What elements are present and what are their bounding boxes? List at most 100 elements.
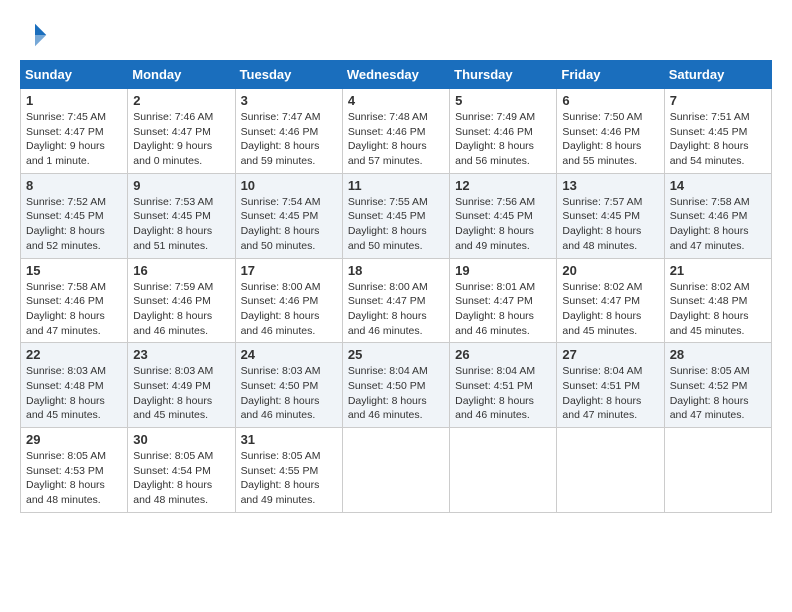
column-header-tuesday: Tuesday: [235, 61, 342, 89]
day-detail: Sunrise: 7:54 AMSunset: 4:45 PMDaylight:…: [241, 195, 337, 254]
day-number: 11: [348, 178, 444, 193]
day-detail: Sunrise: 7:58 AMSunset: 4:46 PMDaylight:…: [26, 280, 122, 339]
calendar-cell: 20 Sunrise: 8:02 AMSunset: 4:47 PMDayligh…: [557, 258, 664, 343]
column-header-friday: Friday: [557, 61, 664, 89]
calendar-cell: 16 Sunrise: 7:59 AMSunset: 4:46 PMDayligh…: [128, 258, 235, 343]
week-row-1: 1Sunrise: 7:45 AMSunset: 4:47 PMDaylight…: [21, 89, 772, 174]
logo-icon: [20, 20, 50, 50]
day-detail: Sunrise: 7:46 AMSunset: 4:47 PMDaylight:…: [133, 110, 229, 169]
day-detail: Sunrise: 8:01 AMSunset: 4:47 PMDaylight:…: [455, 280, 551, 339]
calendar-cell: 10Sunrise: 7:54 AMSunset: 4:45 PMDayligh…: [235, 173, 342, 258]
calendar-cell: 11 Sunrise: 7:55 AMSunset: 4:45 PMDayligh…: [342, 173, 449, 258]
day-number: 2: [133, 93, 229, 108]
calendar-cell: 27 Sunrise: 8:04 AMSunset: 4:51 PMDayligh…: [557, 343, 664, 428]
day-number: 3: [241, 93, 337, 108]
day-detail: Sunrise: 7:59 AMSunset: 4:46 PMDaylight:…: [133, 280, 229, 339]
calendar-cell: 8 Sunrise: 7:52 AMSunset: 4:45 PMDaylight…: [21, 173, 128, 258]
day-number: 6: [562, 93, 658, 108]
day-number: 31: [241, 432, 337, 447]
day-detail: Sunrise: 8:03 AMSunset: 4:49 PMDaylight:…: [133, 364, 229, 423]
day-detail: Sunrise: 8:02 AMSunset: 4:47 PMDaylight:…: [562, 280, 658, 339]
calendar-cell: 12 Sunrise: 7:56 AMSunset: 4:45 PMDayligh…: [450, 173, 557, 258]
day-number: 29: [26, 432, 122, 447]
calendar-cell: 2 Sunrise: 7:46 AMSunset: 4:47 PMDaylight…: [128, 89, 235, 174]
day-detail: Sunrise: 8:04 AMSunset: 4:50 PMDaylight:…: [348, 364, 444, 423]
calendar-cell: 30 Sunrise: 8:05 AMSunset: 4:54 PMDayligh…: [128, 428, 235, 513]
column-header-wednesday: Wednesday: [342, 61, 449, 89]
day-number: 22: [26, 347, 122, 362]
day-number: 12: [455, 178, 551, 193]
week-row-5: 29 Sunrise: 8:05 AMSunset: 4:53 PMDayligh…: [21, 428, 772, 513]
calendar-cell: 7Sunrise: 7:51 AMSunset: 4:45 PMDaylight…: [664, 89, 771, 174]
day-number: 24: [241, 347, 337, 362]
column-header-monday: Monday: [128, 61, 235, 89]
day-number: 21: [670, 263, 766, 278]
day-number: 23: [133, 347, 229, 362]
day-detail: Sunrise: 7:55 AMSunset: 4:45 PMDaylight:…: [348, 195, 444, 254]
calendar-header-row: SundayMondayTuesdayWednesdayThursdayFrid…: [21, 61, 772, 89]
day-detail: Sunrise: 7:47 AMSunset: 4:46 PMDaylight:…: [241, 110, 337, 169]
day-detail: Sunrise: 8:05 AMSunset: 4:52 PMDaylight:…: [670, 364, 766, 423]
day-detail: Sunrise: 8:04 AMSunset: 4:51 PMDaylight:…: [455, 364, 551, 423]
day-number: 13: [562, 178, 658, 193]
calendar-cell: 22 Sunrise: 8:03 AMSunset: 4:48 PMDayligh…: [21, 343, 128, 428]
calendar-cell: 28 Sunrise: 8:05 AMSunset: 4:52 PMDayligh…: [664, 343, 771, 428]
calendar-cell: 24 Sunrise: 8:03 AMSunset: 4:50 PMDayligh…: [235, 343, 342, 428]
day-detail: Sunrise: 8:05 AMSunset: 4:55 PMDaylight:…: [241, 449, 337, 508]
column-header-sunday: Sunday: [21, 61, 128, 89]
page-header: [20, 20, 772, 50]
day-number: 4: [348, 93, 444, 108]
week-row-2: 8 Sunrise: 7:52 AMSunset: 4:45 PMDaylight…: [21, 173, 772, 258]
day-detail: Sunrise: 7:56 AMSunset: 4:45 PMDaylight:…: [455, 195, 551, 254]
calendar-cell: 26 Sunrise: 8:04 AMSunset: 4:51 PMDayligh…: [450, 343, 557, 428]
day-detail: Sunrise: 7:50 AMSunset: 4:46 PMDaylight:…: [562, 110, 658, 169]
day-number: 25: [348, 347, 444, 362]
day-detail: Sunrise: 7:49 AMSunset: 4:46 PMDaylight:…: [455, 110, 551, 169]
day-detail: Sunrise: 8:00 AMSunset: 4:47 PMDaylight:…: [348, 280, 444, 339]
day-number: 15: [26, 263, 122, 278]
day-number: 18: [348, 263, 444, 278]
day-number: 9: [133, 178, 229, 193]
calendar-cell: [450, 428, 557, 513]
calendar-cell: 15 Sunrise: 7:58 AMSunset: 4:46 PMDayligh…: [21, 258, 128, 343]
day-detail: Sunrise: 7:48 AMSunset: 4:46 PMDaylight:…: [348, 110, 444, 169]
calendar-cell: [342, 428, 449, 513]
day-number: 8: [26, 178, 122, 193]
logo: [20, 20, 54, 50]
column-header-thursday: Thursday: [450, 61, 557, 89]
calendar-cell: 18 Sunrise: 8:00 AMSunset: 4:47 PMDayligh…: [342, 258, 449, 343]
calendar-cell: [664, 428, 771, 513]
day-number: 5: [455, 93, 551, 108]
day-detail: Sunrise: 8:02 AMSunset: 4:48 PMDaylight:…: [670, 280, 766, 339]
day-number: 16: [133, 263, 229, 278]
calendar-cell: 3 Sunrise: 7:47 AMSunset: 4:46 PMDaylight…: [235, 89, 342, 174]
calendar-cell: 31 Sunrise: 8:05 AMSunset: 4:55 PMDayligh…: [235, 428, 342, 513]
week-row-4: 22 Sunrise: 8:03 AMSunset: 4:48 PMDayligh…: [21, 343, 772, 428]
day-detail: Sunrise: 7:57 AMSunset: 4:45 PMDaylight:…: [562, 195, 658, 254]
day-detail: Sunrise: 8:03 AMSunset: 4:48 PMDaylight:…: [26, 364, 122, 423]
day-detail: Sunrise: 8:03 AMSunset: 4:50 PMDaylight:…: [241, 364, 337, 423]
calendar-cell: 17 Sunrise: 8:00 AMSunset: 4:46 PMDayligh…: [235, 258, 342, 343]
calendar-table: SundayMondayTuesdayWednesdayThursdayFrid…: [20, 60, 772, 513]
day-detail: Sunrise: 8:04 AMSunset: 4:51 PMDaylight:…: [562, 364, 658, 423]
calendar-cell: 21 Sunrise: 8:02 AMSunset: 4:48 PMDayligh…: [664, 258, 771, 343]
calendar-cell: 6 Sunrise: 7:50 AMSunset: 4:46 PMDaylight…: [557, 89, 664, 174]
day-detail: Sunrise: 7:51 AMSunset: 4:45 PMDaylight:…: [670, 110, 766, 169]
day-number: 20: [562, 263, 658, 278]
week-row-3: 15 Sunrise: 7:58 AMSunset: 4:46 PMDayligh…: [21, 258, 772, 343]
day-number: 19: [455, 263, 551, 278]
day-detail: Sunrise: 8:00 AMSunset: 4:46 PMDaylight:…: [241, 280, 337, 339]
day-number: 14: [670, 178, 766, 193]
day-number: 27: [562, 347, 658, 362]
calendar-cell: [557, 428, 664, 513]
day-detail: Sunrise: 8:05 AMSunset: 4:53 PMDaylight:…: [26, 449, 122, 508]
day-detail: Sunrise: 7:52 AMSunset: 4:45 PMDaylight:…: [26, 195, 122, 254]
day-number: 26: [455, 347, 551, 362]
day-detail: Sunrise: 8:05 AMSunset: 4:54 PMDaylight:…: [133, 449, 229, 508]
day-number: 30: [133, 432, 229, 447]
day-number: 28: [670, 347, 766, 362]
day-number: 17: [241, 263, 337, 278]
calendar-cell: 25 Sunrise: 8:04 AMSunset: 4:50 PMDayligh…: [342, 343, 449, 428]
day-detail: Sunrise: 7:45 AMSunset: 4:47 PMDaylight:…: [26, 110, 122, 169]
day-detail: Sunrise: 7:58 AMSunset: 4:46 PMDaylight:…: [670, 195, 766, 254]
